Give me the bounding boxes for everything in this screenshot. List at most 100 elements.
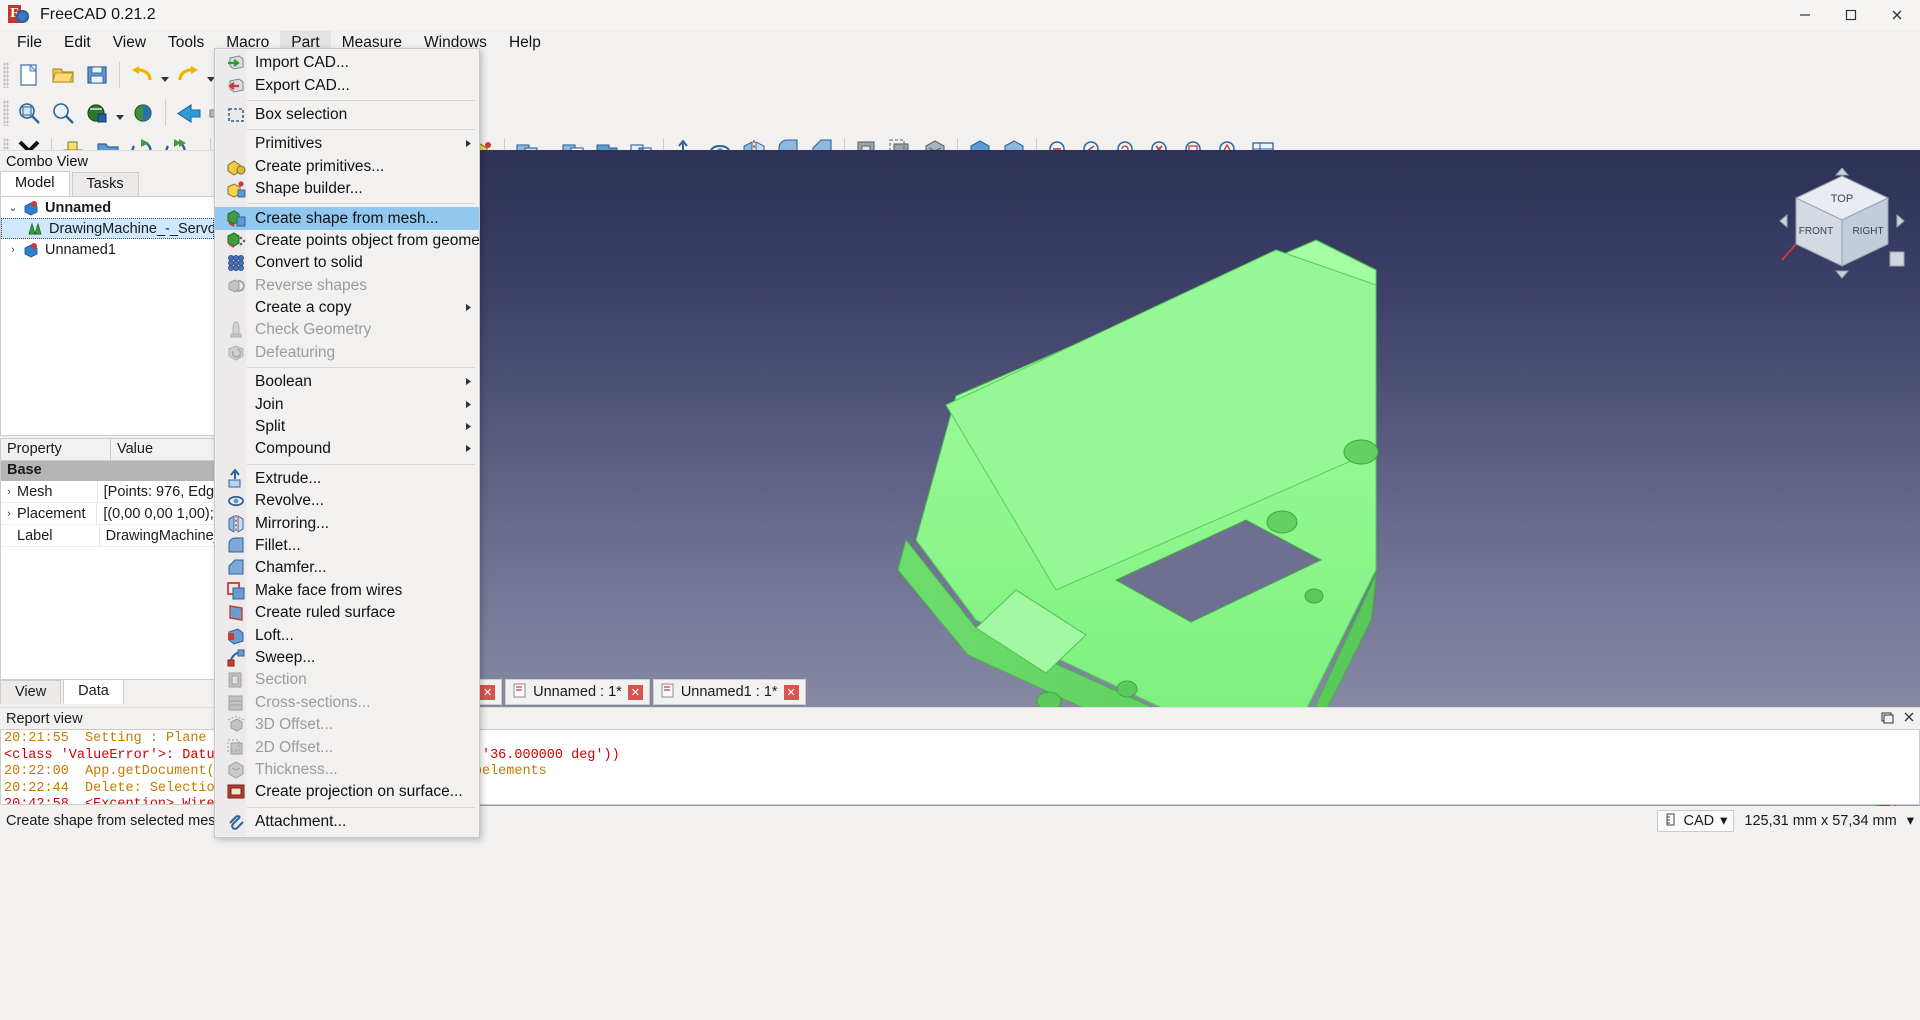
property-row-placement[interactable]: › Placement [(0,00 0,00 1,00); 0, [1,503,214,525]
menu-item-label: Mirroring... [255,514,330,532]
left-arrow-icon[interactable] [171,97,205,129]
navigation-cube[interactable]: TOP FRONT RIGHT [1778,167,1906,280]
chevron-down-icon[interactable]: ▾ [1907,813,1914,829]
thickness-icon [223,760,249,780]
menu-item-label: 2D Offset... [255,738,334,756]
import-cad-icon [223,53,249,73]
close-icon[interactable]: ✕ [783,684,799,700]
points-from-geometry-icon [223,231,249,251]
fit-selection-icon[interactable] [46,97,80,129]
sync-view-icon[interactable] [126,97,160,129]
menu-item-label: Boolean [255,373,312,391]
maximize-icon[interactable] [1828,0,1874,30]
fit-all-icon[interactable] [12,97,46,129]
convert-to-solid-icon [223,253,249,273]
draw-style-icon[interactable] [80,97,114,129]
menu-item-create-ruled-surface[interactable]: Create ruled surface [215,602,479,624]
tree-item-drawingmachine[interactable]: DrawingMachine_-_ServoH [1,218,214,239]
create-primitives-icon [223,157,249,177]
menu-item-import-cad[interactable]: Import CAD... [215,52,479,74]
menu-item-thickness: Thickness... [215,759,479,781]
property-row-label[interactable]: Label DrawingMachine_- [1,525,214,547]
float-icon[interactable] [1880,710,1894,728]
toolbar-grip[interactable] [3,100,9,126]
menu-item-fillet[interactable]: Fillet... [215,535,479,557]
menu-help[interactable]: Help [498,31,552,55]
redo-icon[interactable] [171,59,205,91]
minimize-icon[interactable] [1782,0,1828,30]
menu-item-sweep[interactable]: Sweep... [215,647,479,669]
close-icon[interactable]: ✕ [480,684,496,700]
attachment-icon [223,812,249,832]
tab-tasks[interactable]: Tasks [71,172,139,196]
menu-item-shape-builder[interactable]: Shape builder... [215,178,479,200]
menu-item-create-a-copy[interactable]: Create a copy [215,297,479,319]
property-column-header: Property [1,439,111,460]
menu-item-label: Create projection on surface... [255,783,463,801]
toolbar-grip[interactable] [3,62,9,88]
property-name: Placement [17,505,86,522]
model-tree[interactable]: ⌄ Unnamed DrawingMachine_-_ServoH › Unna… [0,196,215,436]
menu-item-2d-offset: 2D Offset... [215,736,479,758]
chevron-right-icon[interactable]: › [1,486,17,498]
menu-item-attachment[interactable]: Attachment... [215,811,479,833]
menu-item-chamfer[interactable]: Chamfer... [215,557,479,579]
combo-view-title: Combo View [0,150,215,172]
menu-item-extrude[interactable]: Extrude... [215,468,479,490]
close-icon[interactable] [1902,710,1916,728]
menu-item-primitives[interactable]: Primitives [215,133,479,155]
menu-item-create-projection-on-surface[interactable]: Create projection on surface... [215,781,479,803]
tab-model[interactable]: Model [0,171,70,196]
menu-item-defeaturing: Defeaturing [215,342,479,364]
open-document-icon[interactable] [46,59,80,91]
document-icon [21,199,41,217]
menu-item-mirroring[interactable]: Mirroring... [215,512,479,534]
menu-separator [247,99,475,101]
undo-dropdown-caret[interactable] [159,59,171,91]
tab-data[interactable]: Data [63,679,124,704]
menu-item-label: Join [255,395,284,413]
menu-separator [247,203,475,205]
menu-item-join[interactable]: Join [215,393,479,415]
menu-item-box-selection[interactable]: Box selection [215,104,479,126]
menu-item-create-points-object-from-geometry[interactable]: Create points object from geometry [215,230,479,252]
unit-system-selector[interactable]: CAD ▾ [1657,810,1735,832]
menu-item-section: Section [215,669,479,691]
tab-view[interactable]: View [0,680,62,704]
property-value: [Points: 976, Edges [103,483,214,500]
menu-item-loft[interactable]: Loft... [215,624,479,646]
menu-item-label: Reverse shapes [255,276,368,294]
undo-icon[interactable] [125,59,159,91]
chevron-right-icon[interactable]: › [1,508,17,520]
chevron-down-icon[interactable]: ▾ [1720,813,1727,829]
menu-item-make-face-from-wires[interactable]: Make face from wires [215,580,479,602]
part-menu-popup[interactable]: Import CAD... Export CAD... Box selection P… [214,48,480,838]
tree-item-unnamed[interactable]: ⌄ Unnamed [1,197,214,218]
draw-style-caret[interactable] [114,97,126,129]
menu-item-label: Create points object from geometry [255,231,480,249]
menu-item-compound[interactable]: Compound [215,438,479,460]
menu-item-split[interactable]: Split [215,416,479,438]
menu-tools[interactable]: Tools [157,31,215,55]
close-icon[interactable]: ✕ [627,684,643,700]
menu-item-boolean[interactable]: Boolean [215,371,479,393]
document-tab[interactable]: Unnamed : 1* ✕ [505,679,650,705]
menu-view[interactable]: View [102,31,157,55]
menu-item-create-primitives[interactable]: Create primitives... [215,156,479,178]
tree-item-unnamed1[interactable]: › Unnamed1 [1,239,214,260]
new-document-icon[interactable] [12,59,46,91]
menu-item-convert-to-solid[interactable]: Convert to solid [215,252,479,274]
save-document-icon[interactable] [80,59,114,91]
close-icon[interactable] [1874,0,1920,30]
property-row-mesh[interactable]: › Mesh [Points: 976, Edges [1,481,214,503]
chevron-down-icon[interactable]: ⌄ [5,201,21,214]
chevron-right-icon[interactable]: › [5,244,21,256]
menu-item-revolve[interactable]: Revolve... [215,490,479,512]
menu-file[interactable]: File [6,31,53,55]
menu-item-create-shape-from-mesh[interactable]: Create shape from mesh... [215,207,479,230]
document-tab-active[interactable]: Unnamed1 : 1* ✕ [652,679,806,705]
menu-item-export-cad[interactable]: Export CAD... [215,74,479,96]
property-editor[interactable]: Property Value Base › Mesh [Points: 976,… [0,438,215,680]
title-bar: F FreeCAD 0.21.2 [0,0,1920,30]
menu-edit[interactable]: Edit [53,31,102,55]
